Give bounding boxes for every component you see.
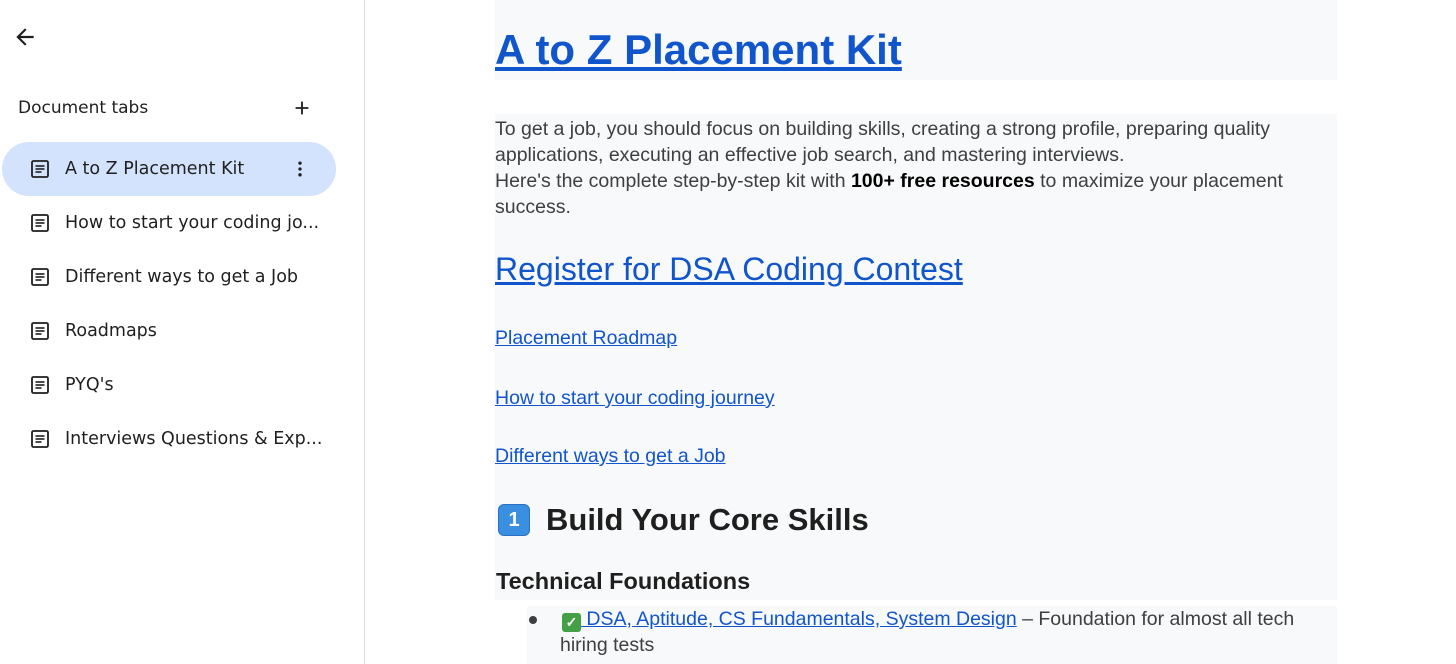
coding-journey-link[interactable]: How to start your coding journey	[495, 387, 775, 410]
tab-list: A to Z Placement Kit How to start your c…	[0, 142, 364, 466]
tab-roadmaps[interactable]: Roadmaps	[2, 304, 336, 358]
tab-interview-questions[interactable]: Interviews Questions & Exp...	[2, 412, 336, 466]
subheading: Technical Foundations	[496, 568, 751, 594]
tab-label: Roadmaps	[65, 321, 157, 341]
intro-line-1: To get a job, you should focus on buildi…	[495, 118, 1271, 166]
intro-line-2: Here's the complete step-by-step kit wit…	[495, 168, 1325, 220]
tabs-header-title: Document tabs	[18, 98, 149, 118]
tab-label: How to start your coding jo...	[65, 213, 320, 233]
tab-how-to-start-coding[interactable]: How to start your coding jo...	[2, 196, 336, 250]
document-icon	[31, 268, 49, 286]
bullet-item: ✓ DSA, Aptitude, CS Fundamentals, System…	[560, 606, 1330, 658]
tab-options-button[interactable]	[286, 155, 314, 183]
tab-different-ways-job[interactable]: Different ways to get a Job	[2, 250, 336, 304]
tabs-header: Document tabs	[18, 94, 338, 122]
more-vert-icon	[298, 161, 302, 177]
document-icon	[31, 430, 49, 448]
document-icon	[31, 322, 49, 340]
register-contest-link[interactable]: Register for DSA Coding Contest	[495, 251, 963, 288]
document-tabs-sidebar: Document tabs A to Z Placement Kit How t…	[0, 0, 365, 664]
tab-label: A to Z Placement Kit	[65, 159, 245, 179]
tab-label: Interviews Questions & Exp...	[65, 429, 323, 449]
document-title-link[interactable]: A to Z Placement Kit	[495, 26, 902, 74]
tab-label: Different ways to get a Job	[65, 267, 299, 287]
tab-a-to-z-placement-kit[interactable]: A to Z Placement Kit	[2, 142, 336, 196]
intro-paragraph: To get a job, you should focus on buildi…	[495, 116, 1325, 220]
document-icon	[31, 214, 49, 232]
section-heading: 1 Build Your Core Skills	[498, 502, 869, 538]
plus-icon	[295, 101, 309, 115]
check-mark-icon: ✓	[562, 613, 581, 632]
tab-label: PYQ's	[65, 375, 114, 395]
intro-bold-text: 100+ free resources	[850, 170, 1035, 192]
back-button[interactable]	[8, 20, 42, 54]
add-tab-button[interactable]	[288, 94, 316, 122]
intro-text: Here's the complete step-by-step kit wit…	[495, 170, 851, 192]
document-icon	[31, 160, 49, 178]
keycap-one-icon: 1	[498, 504, 530, 536]
bullet-icon	[529, 616, 537, 624]
core-skills-link[interactable]: DSA, Aptitude, CS Fundamentals, System D…	[581, 608, 1016, 630]
placement-roadmap-link[interactable]: Placement Roadmap	[495, 327, 677, 350]
tab-pyqs[interactable]: PYQ's	[2, 358, 336, 412]
arrow-left-icon	[16, 28, 34, 46]
document-canvas[interactable]: A to Z Placement Kit To get a job, you s…	[365, 0, 1456, 664]
document-icon	[31, 376, 49, 394]
ways-to-get-job-link[interactable]: Different ways to get a Job	[495, 445, 726, 468]
section-heading-text: Build Your Core Skills	[546, 502, 869, 537]
